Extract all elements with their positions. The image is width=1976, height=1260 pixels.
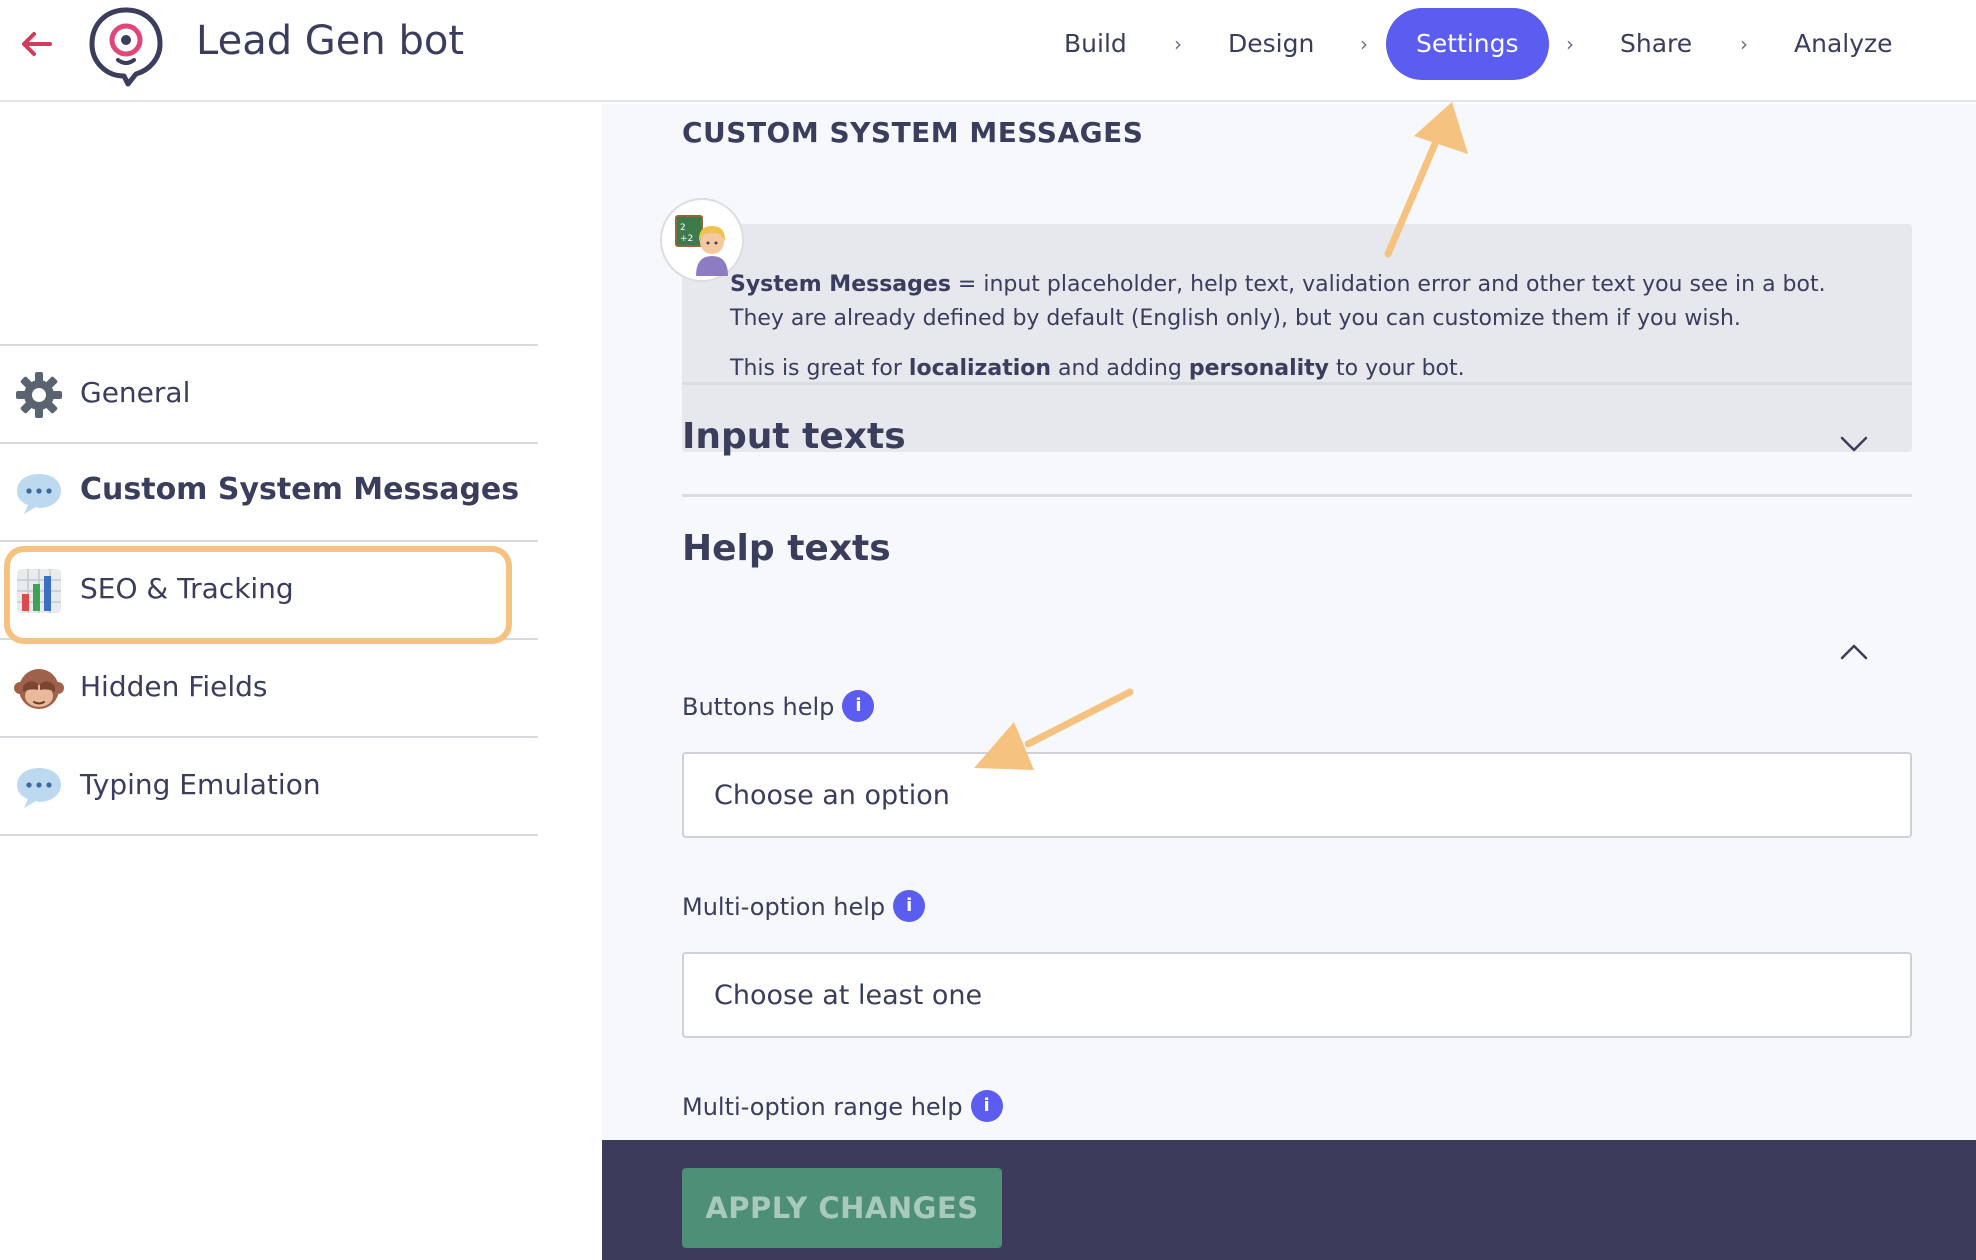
info-text: This is great for bbox=[730, 356, 909, 381]
step-analyze[interactable]: Analyze bbox=[1794, 8, 1893, 80]
sidebar-item-label: Custom System Messages bbox=[80, 472, 520, 507]
teacher-avatar: 2 +2 bbox=[660, 198, 744, 282]
step-design[interactable]: Design bbox=[1228, 8, 1314, 80]
step-build[interactable]: Build bbox=[1064, 8, 1127, 80]
sidebar-item-typing-emulation[interactable]: Typing Emulation bbox=[0, 738, 538, 834]
page: Lead Gen bot Build › Design › Settings ›… bbox=[0, 0, 1976, 1260]
step-settings[interactable]: Settings bbox=[1386, 8, 1549, 80]
info-paragraph: This is great for localization and addin… bbox=[730, 352, 1880, 386]
step-separator: › bbox=[1740, 32, 1748, 56]
sidebar-item-custom-system-messages[interactable]: Custom System Messages bbox=[0, 444, 538, 540]
action-footer: APPLY CHANGES bbox=[602, 1140, 1976, 1260]
see-no-evil-monkey-icon bbox=[14, 669, 64, 709]
section-divider bbox=[682, 494, 1912, 497]
chevron-up-icon[interactable] bbox=[1838, 642, 1870, 662]
top-bar: Lead Gen bot Build › Design › Settings ›… bbox=[0, 0, 1976, 102]
gear-icon bbox=[16, 372, 62, 418]
sidebar-item-label: Hidden Fields bbox=[80, 670, 268, 703]
nav-divider bbox=[0, 834, 538, 836]
info-icon[interactable]: i bbox=[842, 690, 875, 722]
step-navigation: Build › Design › Settings › Share › Anal… bbox=[1040, 8, 1940, 80]
info-icon[interactable]: i bbox=[970, 1090, 1003, 1122]
step-share[interactable]: Share bbox=[1620, 8, 1692, 80]
field-label-text: Buttons help bbox=[682, 693, 835, 721]
step-separator: › bbox=[1566, 32, 1574, 56]
chevron-down-icon[interactable] bbox=[1838, 434, 1870, 454]
buttons-help-input[interactable] bbox=[682, 752, 1912, 838]
info-bold-term: System Messages bbox=[730, 272, 951, 297]
svg-text:2: 2 bbox=[680, 223, 686, 233]
apply-changes-button[interactable]: APPLY CHANGES bbox=[682, 1168, 1002, 1248]
multi-option-help-input[interactable] bbox=[682, 952, 1912, 1038]
sidebar-item-hidden-fields[interactable]: Hidden Fields bbox=[0, 640, 538, 736]
info-text: and adding bbox=[1051, 356, 1189, 381]
sidebar-item-label: Typing Emulation bbox=[80, 768, 321, 801]
section-title: CUSTOM SYSTEM MESSAGES bbox=[682, 116, 1144, 149]
section-divider bbox=[682, 382, 1912, 385]
speech-bubble-icon bbox=[17, 474, 61, 514]
accordion-input-texts[interactable]: Input texts bbox=[682, 416, 906, 457]
field-label-text: Multi-option help bbox=[682, 893, 886, 921]
app-title: Lead Gen bot bbox=[196, 18, 465, 64]
info-paragraph: System Messages = input placeholder, hel… bbox=[730, 268, 1880, 336]
multi-option-help-label: Multi-option help i bbox=[682, 890, 926, 922]
svg-text:+2: +2 bbox=[680, 234, 693, 244]
back-arrow-icon[interactable] bbox=[16, 24, 56, 64]
field-label-text: Multi-option range help bbox=[682, 1093, 963, 1121]
info-text: to your bot. bbox=[1329, 356, 1465, 381]
sidebar-item-general[interactable]: General bbox=[0, 346, 538, 442]
active-item-highlight bbox=[4, 546, 512, 644]
accordion-help-texts[interactable]: Help texts bbox=[682, 528, 891, 569]
step-separator: › bbox=[1174, 32, 1182, 56]
step-separator: › bbox=[1360, 32, 1368, 56]
info-bold-term: localization bbox=[908, 356, 1052, 381]
settings-content: CUSTOM SYSTEM MESSAGES System Messages =… bbox=[602, 104, 1976, 1140]
sidebar-item-label: General bbox=[80, 376, 191, 409]
info-bold-term: personality bbox=[1188, 356, 1330, 381]
buttons-help-label: Buttons help i bbox=[682, 690, 875, 722]
teacher-icon: 2 +2 bbox=[675, 215, 728, 276]
bot-logo-icon bbox=[89, 7, 163, 87]
multi-option-range-help-label: Multi-option range help i bbox=[682, 1090, 1003, 1122]
speech-bubble-icon bbox=[17, 768, 61, 808]
info-icon[interactable]: i bbox=[893, 890, 926, 922]
settings-sidebar: General Custom System Messages SEO & Tra… bbox=[0, 104, 602, 1260]
